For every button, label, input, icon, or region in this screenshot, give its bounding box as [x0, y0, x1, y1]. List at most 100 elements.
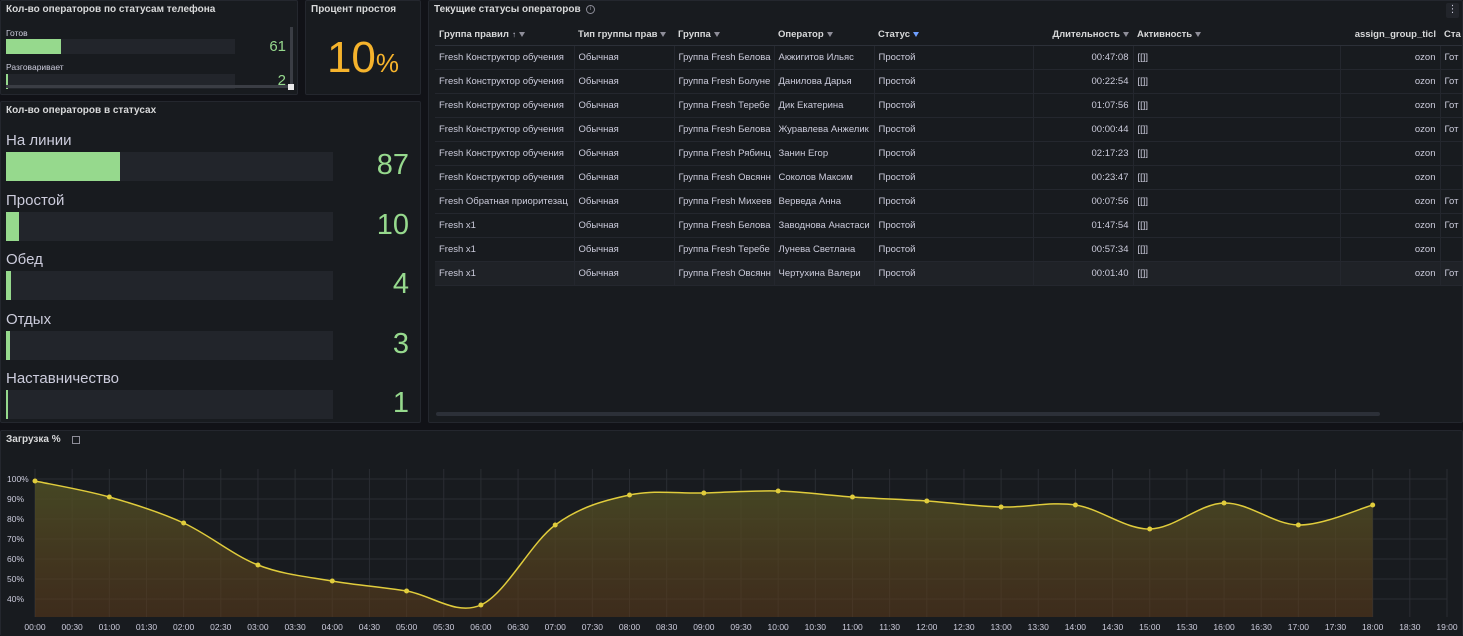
- table-cell[interactable]: Соколов Максим: [774, 165, 875, 190]
- table-cell[interactable]: Fresh x1: [435, 261, 575, 286]
- table-cell[interactable]: Обычная: [574, 165, 675, 190]
- table-row[interactable]: Fresh Конструктор обучения Обычная Группа …: [435, 69, 1462, 94]
- table-cell[interactable]: [[]]: [1133, 165, 1341, 190]
- filter-icon[interactable]: [1123, 32, 1129, 38]
- table-cell[interactable]: Группа Fresh Теребе: [674, 93, 775, 118]
- table-cell[interactable]: Заводнова Анастаси: [774, 213, 875, 238]
- table-cell[interactable]: Гот: [1440, 45, 1462, 70]
- filter-icon[interactable]: [826, 32, 833, 38]
- data-point[interactable]: [329, 578, 335, 584]
- table-cell[interactable]: Группа Fresh Болуне: [674, 69, 775, 94]
- table-cell[interactable]: [[]]: [1133, 189, 1341, 214]
- column-header[interactable]: assign_group_ticl: [1340, 25, 1440, 46]
- table-cell[interactable]: Обычная: [574, 141, 675, 166]
- table-cell[interactable]: Fresh Конструктор обучения: [435, 165, 575, 190]
- table-cell[interactable]: [1440, 141, 1462, 166]
- table-row[interactable]: Fresh Конструктор обучения Обычная Группа …: [435, 45, 1462, 70]
- column-header[interactable]: Группа: [674, 25, 774, 46]
- filter-icon[interactable]: [1195, 32, 1202, 38]
- table-cell[interactable]: Fresh x1: [435, 237, 575, 262]
- table-cell[interactable]: Обычная: [574, 93, 675, 118]
- table-cell[interactable]: Простой: [874, 261, 1034, 286]
- data-point[interactable]: [1295, 522, 1301, 528]
- table-cell[interactable]: Обычная: [574, 261, 675, 286]
- table-cell[interactable]: Обычная: [574, 189, 675, 214]
- table-cell[interactable]: ozon: [1340, 117, 1441, 142]
- table-cell[interactable]: Простой: [874, 93, 1034, 118]
- table-cell[interactable]: ozon: [1340, 165, 1441, 190]
- horizontal-scrollbar[interactable]: [6, 85, 292, 88]
- data-point[interactable]: [1221, 500, 1227, 506]
- table-cell[interactable]: Fresh x1: [435, 213, 575, 238]
- table-cell[interactable]: Лунева Светлана: [774, 237, 875, 262]
- table-cell[interactable]: Группа Fresh Овсянн: [674, 261, 775, 286]
- column-header[interactable]: Группа правил ↑: [435, 25, 574, 46]
- table-cell[interactable]: ozon: [1340, 213, 1441, 238]
- table-cell[interactable]: Группа Fresh Теребе: [674, 237, 775, 262]
- filter-icon[interactable]: [660, 32, 667, 38]
- table-cell[interactable]: Занин Егор: [774, 141, 875, 166]
- table-cell[interactable]: 00:47:08: [1033, 45, 1134, 70]
- table-cell[interactable]: ozon: [1340, 237, 1441, 262]
- table-cell[interactable]: Простой: [874, 117, 1034, 142]
- table-cell[interactable]: Простой: [874, 141, 1034, 166]
- table-cell[interactable]: ozon: [1340, 45, 1441, 70]
- table-cell[interactable]: ozon: [1340, 93, 1441, 118]
- table-cell[interactable]: Fresh Обратная приоритезац: [435, 189, 575, 214]
- table-cell[interactable]: Простой: [874, 237, 1034, 262]
- table-cell[interactable]: Данилова Дарья: [774, 69, 875, 94]
- data-point[interactable]: [1147, 526, 1153, 532]
- data-point[interactable]: [32, 478, 38, 484]
- sort-asc-icon[interactable]: ↑: [512, 30, 516, 39]
- table-row[interactable]: Fresh x1 Обычная Группа Fresh Овсянн Чертух…: [435, 261, 1462, 286]
- table-cell[interactable]: Группа Fresh Михеев: [674, 189, 775, 214]
- data-point[interactable]: [924, 498, 930, 504]
- table-cell[interactable]: Гот: [1440, 69, 1462, 94]
- table-cell[interactable]: ozon: [1340, 261, 1441, 286]
- table-cell[interactable]: Обычная: [574, 213, 675, 238]
- data-point[interactable]: [478, 602, 484, 608]
- table-row[interactable]: Fresh Обратная приоритезац Обычная Группа …: [435, 189, 1462, 214]
- table-cell[interactable]: Fresh Конструктор обучения: [435, 45, 575, 70]
- filter-active-icon[interactable]: [913, 32, 920, 38]
- table-cell[interactable]: 02:17:23: [1033, 141, 1134, 166]
- table-cell[interactable]: Fresh Конструктор обучения: [435, 93, 575, 118]
- table-cell[interactable]: Простой: [874, 213, 1034, 238]
- table-cell[interactable]: 00:22:54: [1033, 69, 1134, 94]
- table-cell[interactable]: 01:47:54: [1033, 213, 1134, 238]
- table-cell[interactable]: Гот: [1440, 117, 1462, 142]
- table-cell[interactable]: 00:07:56: [1033, 189, 1134, 214]
- column-header[interactable]: Активность: [1133, 25, 1340, 46]
- column-header[interactable]: Длительность: [1033, 25, 1133, 46]
- table-cell[interactable]: Простой: [874, 45, 1034, 70]
- table-cell[interactable]: ozon: [1340, 141, 1441, 166]
- filter-icon[interactable]: [518, 32, 525, 38]
- table-cell[interactable]: ozon: [1340, 189, 1441, 214]
- table-cell[interactable]: Простой: [874, 69, 1034, 94]
- column-header[interactable]: Тип группы прав: [574, 25, 674, 46]
- data-point[interactable]: [106, 494, 112, 500]
- table-cell[interactable]: Гот: [1440, 261, 1462, 286]
- table-cell[interactable]: Чертухина Валери: [774, 261, 875, 286]
- table-row[interactable]: Fresh x1 Обычная Группа Fresh Белова Заводн…: [435, 213, 1462, 238]
- table-cell[interactable]: Гот: [1440, 189, 1462, 214]
- table-cell[interactable]: 00:01:40: [1033, 261, 1134, 286]
- table-cell[interactable]: Дик Екатерина: [774, 93, 875, 118]
- table-cell[interactable]: 00:23:47: [1033, 165, 1134, 190]
- table-cell[interactable]: [[]]: [1133, 45, 1341, 70]
- table-cell[interactable]: [[]]: [1133, 237, 1341, 262]
- table-cell[interactable]: [1440, 165, 1462, 190]
- table-cell[interactable]: Группа Fresh Белова: [674, 45, 775, 70]
- table-cell[interactable]: Группа Fresh Овсянн: [674, 165, 775, 190]
- vertical-scrollbar[interactable]: [290, 27, 293, 87]
- data-point[interactable]: [627, 492, 633, 498]
- column-header[interactable]: Статус: [874, 25, 1033, 46]
- table-cell[interactable]: [[]]: [1133, 69, 1341, 94]
- data-point[interactable]: [552, 522, 558, 528]
- column-header[interactable]: Оператор: [774, 25, 874, 46]
- column-header[interactable]: Ста: [1440, 25, 1462, 46]
- table-cell[interactable]: Обычная: [574, 45, 675, 70]
- table-row[interactable]: Fresh x1 Обычная Группа Fresh Теребе Лунева…: [435, 237, 1462, 262]
- table-row[interactable]: Fresh Конструктор обучения Обычная Группа …: [435, 93, 1462, 118]
- panel-menu-icon[interactable]: ⋮: [1446, 3, 1459, 18]
